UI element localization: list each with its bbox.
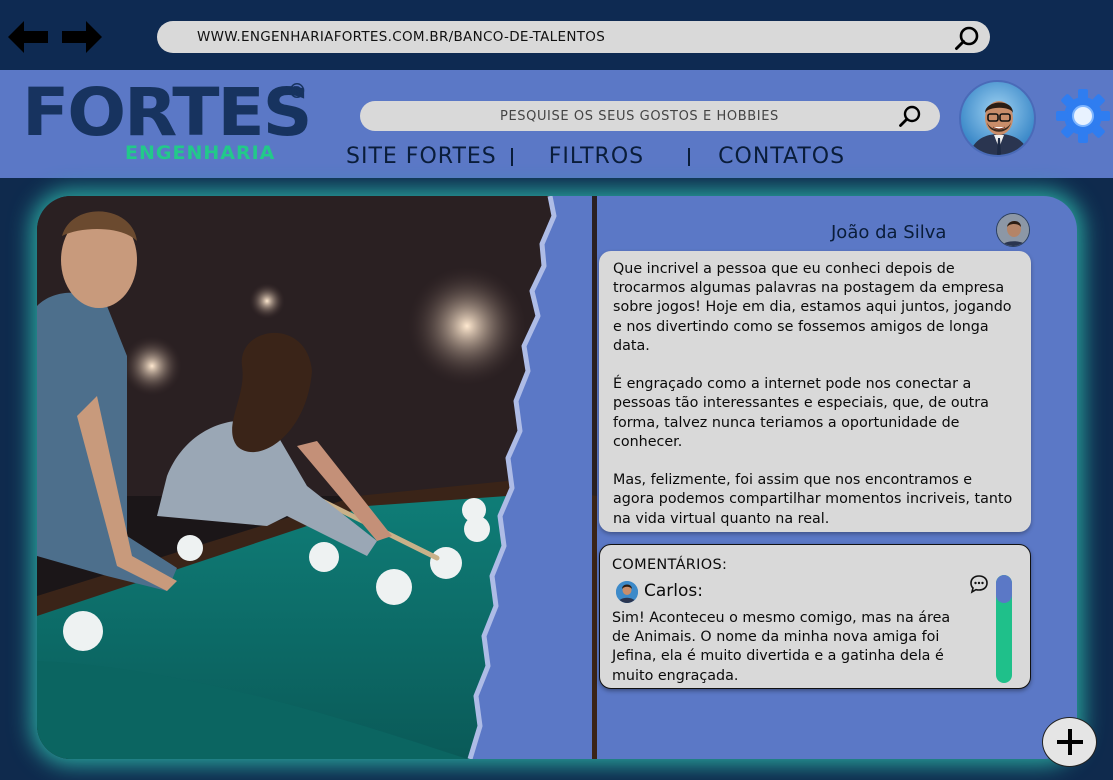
reply-bubble-icon[interactable] [969,574,989,598]
arrow-left-icon[interactable] [8,18,50,56]
menu-site-fortes[interactable]: SITE FORTES [346,144,497,169]
torn-edge-divider [467,196,592,759]
menu-divider [688,147,691,166]
fortes-logo[interactable]: FORTES ® ENGENHARIA [22,79,313,168]
browser-bar: WWW.ENGENHARIAFORTES.COM.BR/BANCO-DE-TAL… [0,0,1113,70]
url-bar[interactable]: WWW.ENGENHARIAFORTES.COM.BR/BANCO-DE-TAL… [157,21,990,53]
post-text-card: Que incrivel a pessoa que eu conheci dep… [599,251,1031,532]
logo-main-text: FORTES [22,74,313,151]
search-icon[interactable] [954,25,980,55]
gear-icon[interactable] [1055,88,1111,148]
post-paragraph: É engraçado como a internet pode nos con… [613,376,989,450]
scrollbar-thumb[interactable] [996,575,1012,603]
commenter-name[interactable]: Carlos: [644,581,703,601]
add-post-button[interactable] [1042,717,1097,767]
comment-text: Sim! Aconteceu o mesmo comigo, mas na ár… [612,610,951,684]
post-author-avatar[interactable] [996,213,1030,247]
search-icon[interactable] [898,104,922,132]
logo-registered-mark: ® [287,79,307,103]
hobbies-search-input[interactable]: PESQUISE OS SEUS GOSTOS E HOBBIES [360,101,940,131]
plus-icon [1056,729,1083,755]
comments-section: COMENTÁRIOS: Carlos: Sim! Aconteceu o me… [599,544,1031,689]
search-placeholder: PESQUISE OS SEUS GOSTOS E HOBBIES [500,109,779,124]
nav-arrows [8,18,102,56]
commenter-avatar[interactable] [616,581,638,603]
post-author-name[interactable]: João da Silva [831,222,946,243]
menu-filtros[interactable]: FILTROS [549,144,644,169]
menu-divider [510,147,513,166]
main-menu: SITE FORTES FILTROS CONTATOS [346,144,845,169]
user-avatar[interactable] [959,80,1036,157]
url-text: WWW.ENGENHARIAFORTES.COM.BR/BANCO-DE-TAL… [197,29,606,45]
arrow-right-icon[interactable] [60,18,102,56]
post-paragraph: Que incrivel a pessoa que eu conheci dep… [613,261,1012,354]
comments-title: COMENTÁRIOS: [612,557,728,573]
menu-contatos[interactable]: CONTATOS [718,144,845,169]
site-header: FORTES ® ENGENHARIA PESQUISE OS SEUS GOS… [0,70,1113,178]
post-paragraph: Mas, felizmente, foi assim que nos encon… [613,472,1013,527]
logo-sub-text: ENGENHARIA [125,142,276,164]
comments-scrollbar[interactable] [996,575,1012,683]
